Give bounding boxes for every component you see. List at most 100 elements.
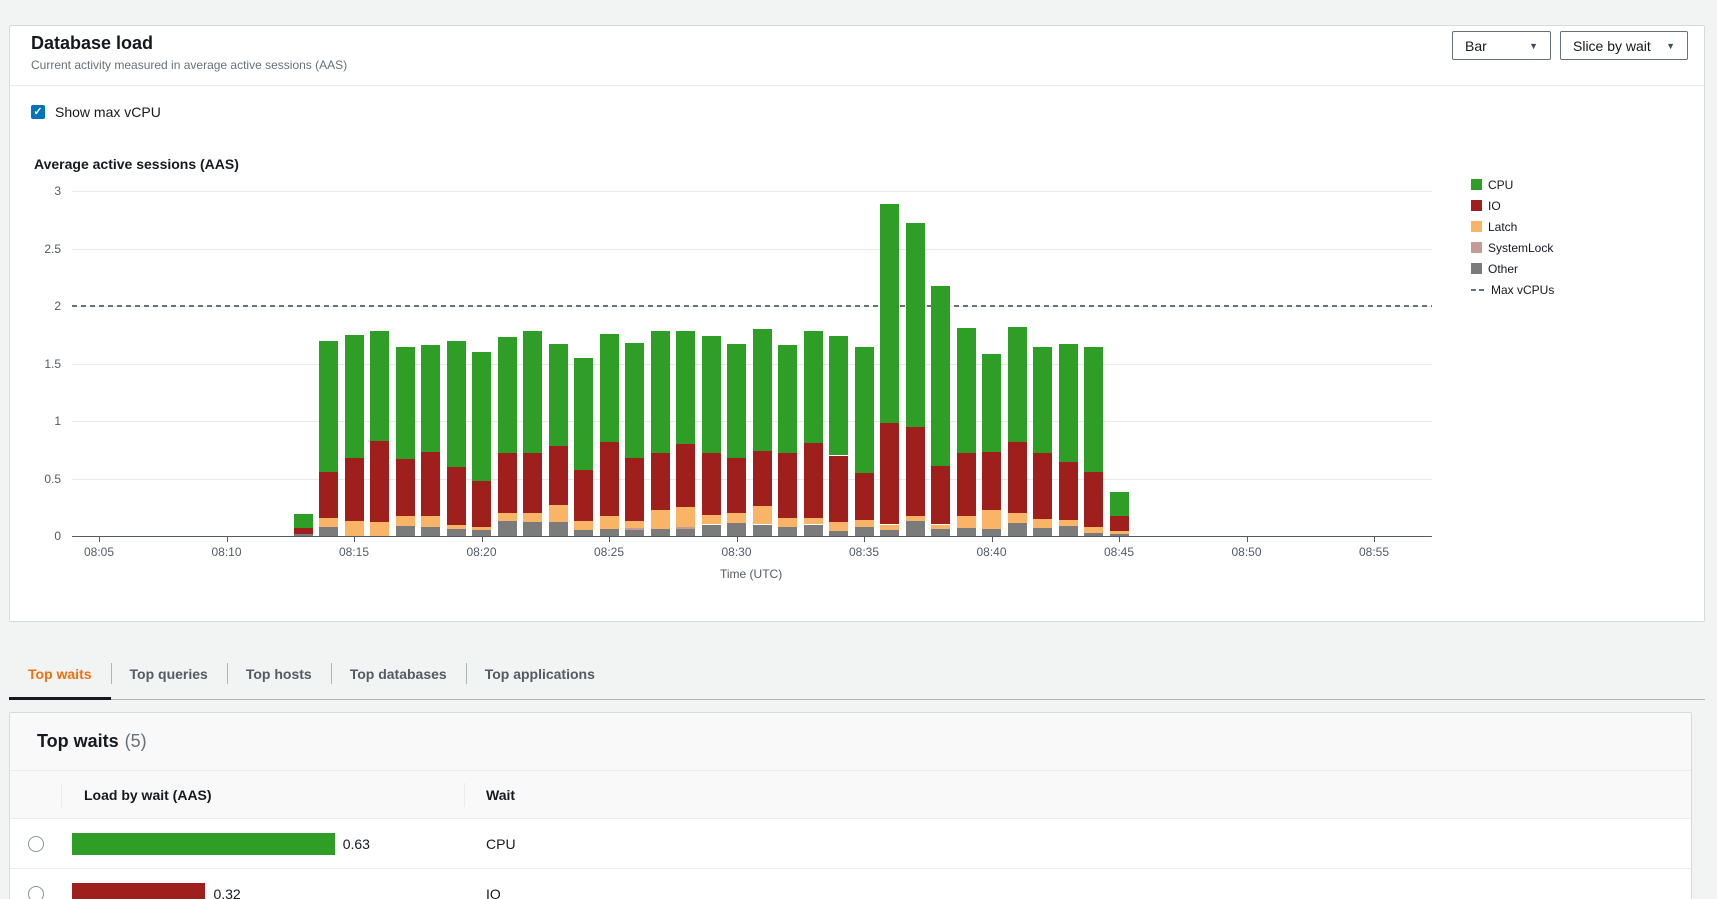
bar-segment-io (319, 472, 338, 518)
bar-segment-latch (600, 516, 619, 529)
bar-segment-io (702, 453, 721, 515)
tab-top-waits[interactable]: Top waits (9, 648, 111, 699)
load-bar (72, 833, 335, 855)
bar-segment-cpu (651, 331, 670, 453)
bar-segment-cpu (804, 331, 823, 443)
bar-segment-cpu (753, 329, 772, 451)
bar-segment-other (778, 527, 797, 536)
bar-segment-cpu (421, 345, 440, 452)
bar-segment-other (498, 521, 517, 536)
column-divider (464, 783, 465, 807)
bar-segment-other (600, 529, 619, 536)
top-waits-title: Top waits (37, 731, 119, 752)
bar-segment-latch (880, 525, 899, 531)
bar-segment-io (957, 453, 976, 516)
load-value: 0.63 (343, 819, 370, 869)
bar-segment-io (753, 451, 772, 506)
bar-segment-latch (855, 520, 874, 527)
tab-top-databases[interactable]: Top databases (331, 648, 466, 699)
bar-segment-other (676, 529, 695, 536)
bar-segment-latch (1033, 519, 1052, 528)
y-axis-tick-label: 0.5 (21, 472, 61, 486)
y-axis-tick-label: 2.5 (21, 242, 61, 256)
x-axis-tick-label: 08:20 (460, 545, 504, 559)
x-axis-tick-label: 08:55 (1352, 545, 1396, 559)
bar-segment-latch (1110, 531, 1129, 533)
bar-segment-other (702, 525, 721, 537)
top-waits-count: (5) (125, 731, 147, 752)
bar-segment-latch (957, 516, 976, 528)
bar-segment-other (855, 527, 874, 536)
bar-segment-other (651, 529, 670, 536)
wait-name: CPU (486, 819, 516, 869)
bar-segment-cpu (294, 514, 313, 528)
load-bar (72, 883, 205, 899)
legend-swatch-icon (1471, 242, 1482, 253)
bar-segment-io (829, 456, 848, 523)
bar-segment-other (982, 529, 1001, 536)
tab-top-applications[interactable]: Top applications (466, 648, 614, 699)
bar-segment-cpu (982, 354, 1001, 452)
bar-segment-cpu (447, 341, 466, 468)
bar-segment-io (804, 443, 823, 518)
bar-segment-other (1008, 523, 1027, 536)
bar-segment-cpu (523, 331, 542, 453)
legend-label: CPU (1488, 178, 1513, 192)
bar-segment-latch (931, 525, 950, 530)
legend-item-systemlock: SystemLock (1471, 237, 1553, 258)
bar-segment-cpu (396, 347, 415, 459)
max-vcpus-dash-icon (1471, 289, 1485, 291)
row-select-radio[interactable] (28, 886, 44, 899)
bar-segment-io (472, 481, 491, 527)
x-axis-title: Time (UTC) (720, 567, 782, 581)
aas-stacked-bar-chart: 00.511.522.5308:0508:1008:1508:2008:2508… (10, 26, 1704, 621)
bar-segment-cpu (931, 286, 950, 465)
bar-segment-io (727, 458, 746, 513)
gridline (72, 191, 1432, 192)
bar-segment-other (523, 522, 542, 536)
bar-segment-cpu (1008, 327, 1027, 442)
bar-segment-latch (523, 513, 542, 522)
bar-segment-io (651, 453, 670, 509)
bar-segment-cpu (549, 344, 568, 446)
bar-segment-latch (498, 513, 517, 521)
legend-swatch-icon (1471, 200, 1482, 211)
bar-segment-latch (702, 515, 721, 524)
tab-top-hosts[interactable]: Top hosts (227, 648, 331, 699)
bar-segment-io (370, 441, 389, 523)
bar-segment-io (523, 453, 542, 513)
x-axis-tick (609, 537, 610, 542)
bar-segment-cpu (472, 352, 491, 481)
load-value: 0.32 (213, 869, 240, 899)
bar-segment-latch (472, 527, 491, 530)
bar-segment-other (931, 529, 950, 536)
bar-segment-cpu (319, 341, 338, 472)
bar-segment-latch (447, 525, 466, 530)
tab-top-queries[interactable]: Top queries (111, 648, 227, 699)
row-select-radio[interactable] (28, 836, 44, 852)
y-axis-tick-label: 2 (21, 299, 61, 313)
bar-segment-other (396, 526, 415, 536)
bar-segment-latch (574, 521, 593, 530)
bar-segment-latch (549, 505, 568, 522)
bar-segment-io (396, 459, 415, 517)
bar-segment-latch (1084, 527, 1103, 533)
column-header-load: Load by wait (AAS) (84, 771, 212, 819)
bar-segment-latch (906, 516, 925, 521)
bar-segment-io (625, 458, 644, 521)
bar-segment-cpu (829, 336, 848, 456)
x-axis-tick-label: 08:40 (970, 545, 1014, 559)
bar-segment-cpu (778, 345, 797, 453)
bar-segment-systemlock (625, 528, 644, 530)
bar-segment-io (880, 423, 899, 524)
x-axis-tick (864, 537, 865, 542)
bar-segment-latch (1008, 513, 1027, 523)
legend-label: Latch (1488, 220, 1517, 234)
bar-segment-latch (319, 518, 338, 527)
bar-segment-cpu (1084, 347, 1103, 471)
x-axis-tick (1119, 537, 1120, 542)
bar-segment-cpu (727, 344, 746, 458)
x-axis-tick (227, 537, 228, 542)
max-vcpus-line (72, 305, 1432, 307)
bar-segment-cpu (600, 334, 619, 442)
